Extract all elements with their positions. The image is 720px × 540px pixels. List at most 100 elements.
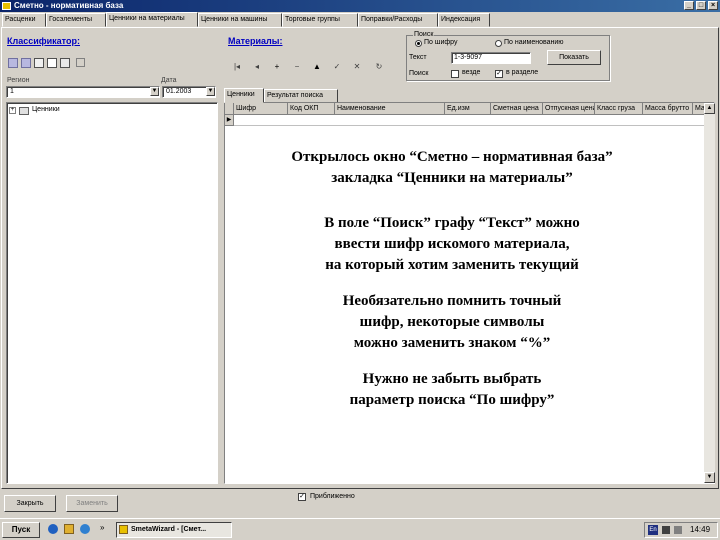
date-select[interactable]: 01.2003 ▼ xyxy=(162,86,216,98)
print-icon[interactable] xyxy=(47,58,57,68)
radio-by-name[interactable] xyxy=(495,40,502,47)
fields-label: Поиск xyxy=(409,70,429,77)
show-button[interactable]: Показать xyxy=(547,50,601,65)
materials-title[interactable]: Материалы: xyxy=(228,36,282,46)
tab-strip: Расценки Госэлементы Ценники на материал… xyxy=(0,12,720,27)
overlay-line: шифр, некоторые символы xyxy=(359,314,545,330)
task-label: SmetaWizard - [Смет... xyxy=(131,526,207,533)
chevron-down-icon[interactable]: ▼ xyxy=(150,87,159,96)
date-value: 01.2003 xyxy=(166,88,192,95)
grid-corner xyxy=(225,103,234,115)
close-small-icon[interactable] xyxy=(76,58,85,67)
overlay-line: параметр поиска “По шифру” xyxy=(349,392,555,408)
overlay-line: Нужно не забыть выбрать xyxy=(362,371,542,387)
network-icon[interactable] xyxy=(662,526,670,534)
region-value: 1 xyxy=(10,88,14,95)
classifier-tree[interactable]: + Ценники xyxy=(6,102,218,484)
media-icon[interactable] xyxy=(80,524,90,534)
first-record-icon[interactable]: |◂ xyxy=(232,62,242,72)
col-code[interactable]: Шифр xyxy=(234,103,288,115)
window-title: Сметно - нормативная база xyxy=(14,1,124,10)
overlay-line: ввести шифр искомого материала, xyxy=(334,236,570,252)
task-smetawizard[interactable]: SmetaWizard - [Смет... xyxy=(116,522,232,538)
tab-search-result[interactable]: Результат поиска xyxy=(264,89,338,103)
folder-icon xyxy=(19,107,29,115)
radio-by-code[interactable] xyxy=(415,40,422,47)
sort-asc-icon[interactable] xyxy=(8,58,18,68)
overlay-line: на который хотим заменить текущий xyxy=(325,257,579,273)
grid-icon[interactable] xyxy=(34,58,44,68)
browser-icon[interactable] xyxy=(48,524,58,534)
approx-checkbox[interactable]: ✓ xyxy=(298,493,306,501)
maximize-button[interactable]: □ xyxy=(696,1,706,10)
overlay-line: В поле “Поиск” графу “Текст” можно xyxy=(324,215,580,231)
taskbar: Пуск » SmetaWizard - [Смет... En 14:49 xyxy=(0,518,720,540)
move-up-icon[interactable]: ▲ xyxy=(312,62,322,72)
overlay-line: Открылось окно “Сметно – нормативная баз… xyxy=(291,149,613,165)
overlay-paragraph-4: Нужно не забыть выбрать параметр поиска … xyxy=(226,369,678,411)
col-release-price[interactable]: Отпускная цена xyxy=(543,103,595,115)
email-icon[interactable] xyxy=(64,524,74,534)
app-icon xyxy=(2,2,11,10)
scroll-down-icon[interactable]: ▼ xyxy=(704,472,715,483)
tab-machine-prices[interactable]: Ценники на машины xyxy=(198,13,282,27)
tab-price-list[interactable]: Ценники xyxy=(224,88,264,103)
col-okp[interactable]: Код ОКП xyxy=(288,103,335,115)
chevron-down-icon[interactable]: ▼ xyxy=(206,87,215,96)
tab-gos-elements[interactable]: Госэлементы xyxy=(46,13,106,27)
cancel-icon[interactable]: ✕ xyxy=(352,62,362,72)
task-app-icon xyxy=(119,525,128,534)
close-button[interactable]: Закрыть xyxy=(4,495,56,512)
start-button[interactable]: Пуск xyxy=(2,522,40,538)
col-estimate-price[interactable]: Сметная цена xyxy=(491,103,543,115)
copy-icon[interactable] xyxy=(60,58,70,68)
chevron-right-icon[interactable]: » xyxy=(100,523,104,532)
date-label: Дата xyxy=(161,77,177,84)
search-group: Поиск По шифру По наименованию Текст 1-3… xyxy=(406,31,610,81)
radio-by-name-label: По наименованию xyxy=(504,39,564,46)
approx-checkbox-label: Приближенно xyxy=(310,493,355,500)
confirm-icon[interactable]: ✓ xyxy=(332,62,342,72)
col-name[interactable]: Наименование xyxy=(335,103,445,115)
start-label: Пуск xyxy=(11,525,31,534)
overlay-line: Необязательно помнить точный xyxy=(342,293,562,309)
overlay-paragraph-2: В поле “Поиск” графу “Текст” можно ввест… xyxy=(226,213,678,276)
tab-rates[interactable]: Расценки xyxy=(2,13,46,27)
col-gross-mass[interactable]: Масса брутто xyxy=(643,103,693,115)
tab-corrections[interactable]: Поправки/Расходы xyxy=(358,13,438,27)
add-record-icon[interactable]: + xyxy=(272,62,282,72)
row-indicator-icon: ▶ xyxy=(225,115,234,126)
region-label: Регион xyxy=(7,77,30,84)
replace-button[interactable]: Заменить xyxy=(66,495,118,512)
overlay-line: можно заменить знаком “%” xyxy=(353,335,551,351)
expand-icon[interactable]: + xyxy=(9,107,16,114)
search-group-label: Поиск xyxy=(413,31,435,38)
classifier-title[interactable]: Классификатор: xyxy=(7,36,80,46)
grid-row-line xyxy=(234,125,704,126)
search-text-input[interactable]: 1-3-9097 xyxy=(451,52,531,64)
vertical-scrollbar[interactable]: ▲ ▼ xyxy=(704,103,715,483)
text-label: Текст xyxy=(409,54,427,61)
checkbox-in-section[interactable]: ✓ xyxy=(495,70,503,78)
tab-trade-groups[interactable]: Торговые группы xyxy=(282,13,358,27)
refresh-icon[interactable]: ↻ xyxy=(374,62,384,72)
sort-desc-icon[interactable] xyxy=(21,58,31,68)
region-select[interactable]: 1 ▼ xyxy=(6,86,160,98)
instruction-overlay: Открылось окно “Сметно – нормативная баз… xyxy=(226,146,678,466)
delete-record-icon[interactable]: − xyxy=(292,62,302,72)
minimize-button[interactable]: _ xyxy=(684,1,694,10)
tree-item-prices[interactable]: Ценники xyxy=(32,106,60,113)
volume-icon[interactable] xyxy=(674,526,682,534)
prev-record-icon[interactable]: ◂ xyxy=(252,62,262,72)
close-window-button[interactable]: × xyxy=(708,1,718,10)
scroll-up-icon[interactable]: ▲ xyxy=(704,103,715,114)
overlay-paragraph-3: Необязательно помнить точный шифр, некот… xyxy=(226,291,678,354)
col-cargo-class[interactable]: Класс груза xyxy=(595,103,643,115)
checkbox-everywhere[interactable] xyxy=(451,70,459,78)
col-unit[interactable]: Ед.изм xyxy=(445,103,491,115)
close-button-label: Закрыть xyxy=(16,500,44,507)
tab-material-prices[interactable]: Ценники на материалы xyxy=(106,12,198,27)
language-indicator[interactable]: En xyxy=(648,525,658,535)
tab-indexation[interactable]: Индексация xyxy=(438,13,490,27)
search-text-value: 1-3-9097 xyxy=(454,54,483,61)
